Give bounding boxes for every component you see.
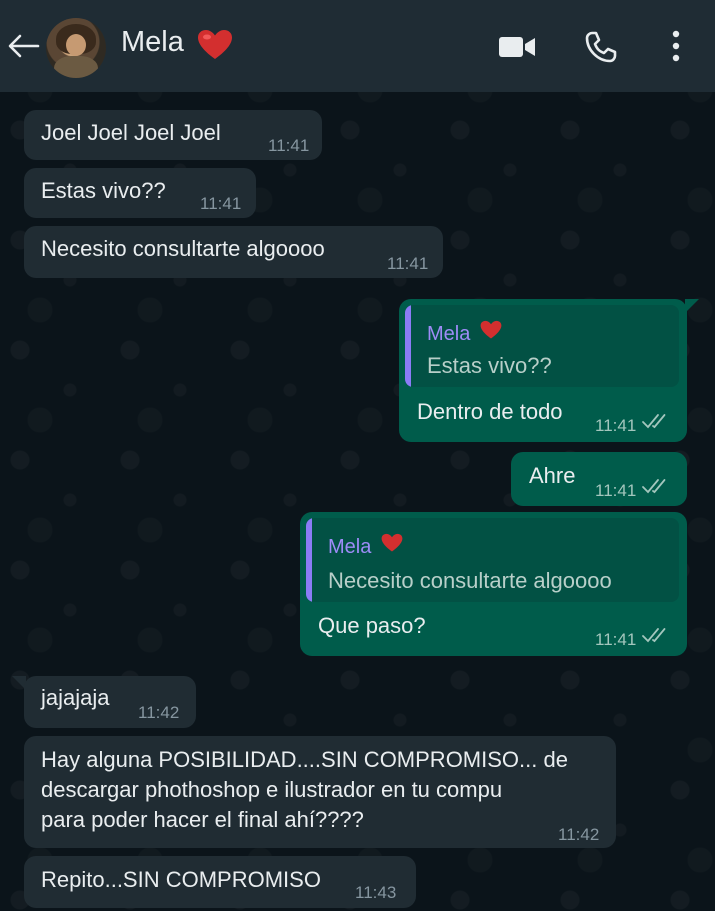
chat-header: Mela	[0, 0, 715, 92]
read-receipt-icon	[642, 628, 666, 643]
message-text: jajajaja	[41, 685, 110, 710]
message-line: descargar phothoshop e ilustrador en tu …	[41, 777, 503, 802]
contact-avatar[interactable]	[46, 18, 106, 78]
message-text: Que paso?	[318, 613, 426, 638]
heart-emoji-icon	[480, 320, 502, 339]
message-line: Hay alguna POSIBILIDAD....SIN COMPROMISO…	[41, 747, 568, 772]
message-time: 11:42	[558, 825, 600, 844]
message-line: para poder hacer el final ahí????	[41, 807, 364, 832]
message-outgoing[interactable]: Ahre 11:41	[511, 452, 687, 506]
bubble-tail	[685, 299, 699, 313]
more-options-icon[interactable]	[664, 28, 688, 64]
message-time: 11:41	[200, 194, 242, 213]
read-receipt-icon	[642, 479, 666, 494]
message-time: 11:41	[595, 481, 637, 500]
phone-icon[interactable]	[584, 30, 618, 64]
quote-author: Mela	[427, 323, 471, 345]
message-time: 11:42	[138, 703, 180, 722]
quoted-message[interactable]: Mela Necesito consultarte algoooo	[306, 518, 679, 602]
message-time: 11:41	[387, 254, 429, 273]
message-incoming[interactable]: Repito...SIN COMPROMISO 11:43	[24, 856, 416, 908]
message-outgoing[interactable]: Mela Necesito consultarte algoooo Que pa…	[300, 512, 687, 656]
message-time: 11:43	[355, 883, 397, 902]
message-text: Estas vivo??	[41, 178, 166, 203]
message-text: Necesito consultarte algoooo	[41, 236, 325, 261]
message-incoming[interactable]: Estas vivo?? 11:41	[24, 168, 256, 218]
message-incoming[interactable]: Necesito consultarte algoooo 11:41	[24, 226, 443, 278]
message-text: Joel Joel Joel Joel	[41, 120, 221, 145]
message-time: 11:41	[595, 630, 637, 649]
message-time: 11:41	[268, 136, 310, 155]
message-incoming[interactable]: jajajaja 11:42	[24, 676, 196, 728]
message-text: Repito...SIN COMPROMISO	[41, 867, 321, 892]
video-call-icon[interactable]	[497, 33, 537, 61]
message-text: Dentro de todo	[417, 399, 563, 424]
read-receipt-icon	[642, 414, 666, 429]
quote-text: Necesito consultarte algoooo	[328, 568, 612, 593]
message-incoming[interactable]: Hay alguna POSIBILIDAD....SIN COMPROMISO…	[24, 736, 616, 848]
contact-name[interactable]: Mela	[121, 26, 184, 59]
quote-author: Mela	[328, 536, 372, 558]
message-time: 11:41	[595, 416, 637, 435]
heart-emoji-icon	[198, 30, 232, 59]
quote-text: Estas vivo??	[427, 353, 552, 378]
message-text: Ahre	[529, 463, 576, 488]
back-arrow-icon[interactable]	[6, 28, 42, 64]
message-outgoing[interactable]: Mela Estas vivo?? Dentro de todo 11:41	[399, 299, 687, 442]
heart-emoji-icon	[381, 533, 403, 552]
message-incoming[interactable]: Joel Joel Joel Joel 11:41	[24, 110, 322, 160]
quoted-message[interactable]: Mela Estas vivo??	[405, 305, 679, 387]
